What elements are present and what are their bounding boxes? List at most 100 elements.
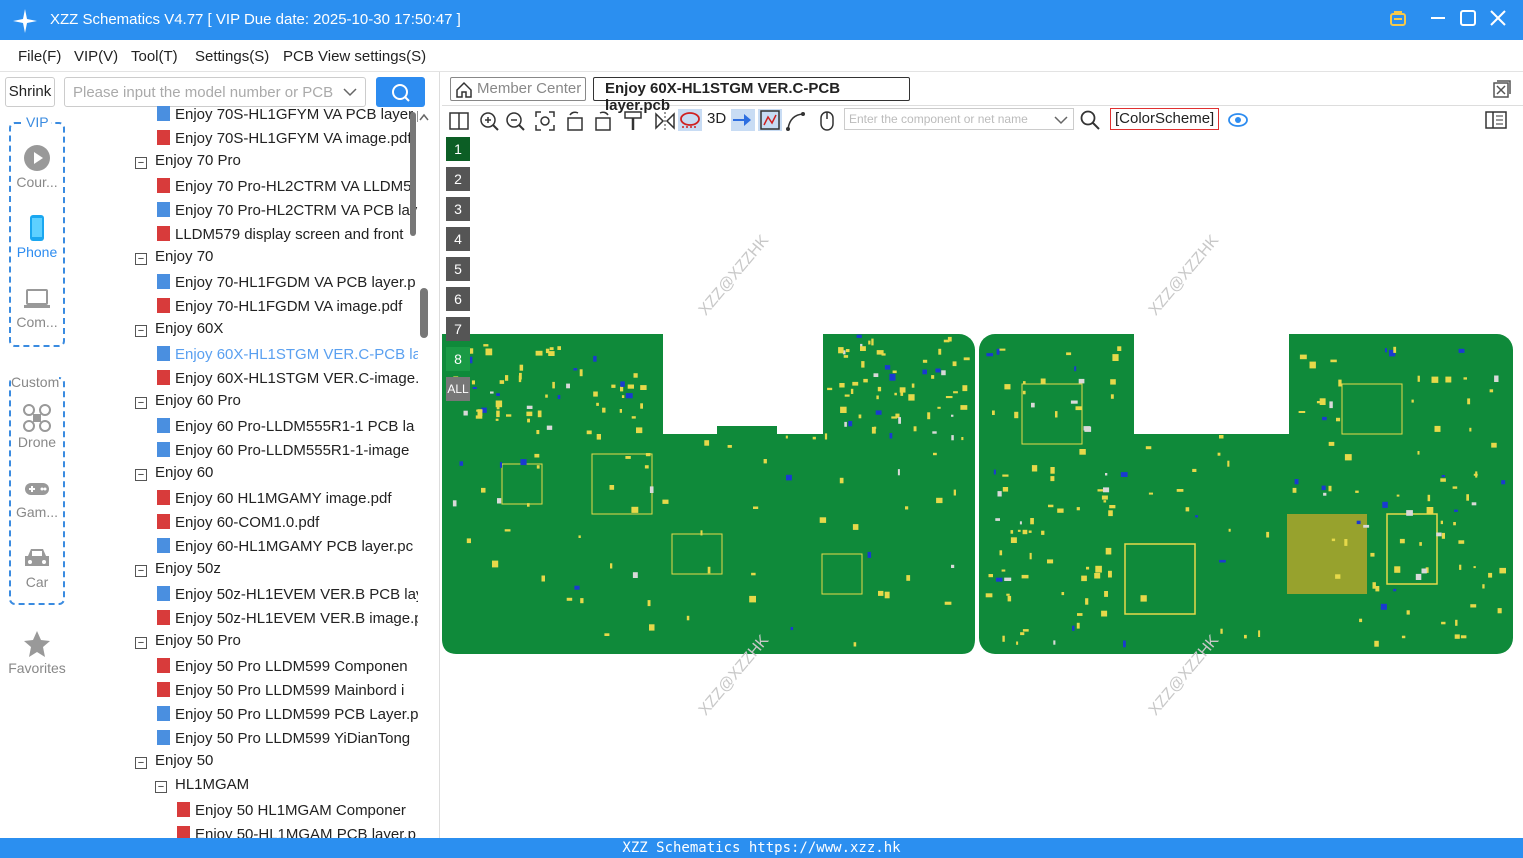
collapse-toggle-icon[interactable]: − xyxy=(135,253,147,265)
color-scheme-button[interactable]: [ColorScheme] xyxy=(1110,108,1220,130)
collapse-toggle-icon[interactable]: − xyxy=(135,469,147,481)
menu-vip[interactable]: VIP(V) xyxy=(74,48,118,65)
collapse-toggle-icon[interactable]: − xyxy=(155,781,167,793)
net-view-button-active[interactable] xyxy=(758,109,782,131)
category-phone[interactable]: Phone xyxy=(0,214,74,260)
tree-folder[interactable]: − Enjoy 70 Pro xyxy=(135,152,418,176)
tree-file[interactable]: Enjoy 50 Pro LLDM599 YiDianTong xyxy=(157,728,418,752)
shrink-button[interactable]: Shrink xyxy=(5,77,55,107)
collapse-toggle-icon[interactable]: − xyxy=(135,397,147,409)
component-search-input[interactable]: Enter the component or net name xyxy=(844,108,1074,130)
collapse-toggle-icon[interactable]: − xyxy=(135,325,147,337)
favorites-button[interactable]: Favorites xyxy=(0,630,74,676)
menu-settings[interactable]: Settings(S) xyxy=(195,48,269,65)
close-button[interactable] xyxy=(1487,9,1509,31)
tree-file[interactable]: Enjoy 60-COM1.0.pdf xyxy=(157,512,418,536)
rotate-right-icon[interactable] xyxy=(592,110,614,132)
mirror-icon[interactable] xyxy=(654,110,676,132)
chevron-down-icon[interactable] xyxy=(343,87,357,97)
tree-scrollbar[interactable] xyxy=(418,112,430,838)
category-games[interactable]: Gam... xyxy=(0,474,74,520)
minimize-button[interactable] xyxy=(1427,9,1449,31)
component-search-icon[interactable] xyxy=(1079,109,1101,131)
layer-button-all[interactable]: ALL xyxy=(446,377,470,401)
tree-file[interactable]: Enjoy 70-HL1FGDM VA image.pdf xyxy=(157,296,418,320)
pcb-canvas[interactable]: XZZ@XZZHK XZZ@XZZHK XZZ@XZZHK XZZ@XZZHK xyxy=(442,134,1523,838)
close-all-tabs-icon[interactable] xyxy=(1493,80,1511,98)
tree-file[interactable]: Enjoy 60 Pro-LLDM555R1-1 PCB la xyxy=(157,416,418,440)
tree-inner-scrollbar-thumb[interactable] xyxy=(410,112,416,236)
pcb-pad xyxy=(1050,476,1055,482)
mouse-icon[interactable] xyxy=(816,110,838,132)
tree-file[interactable]: Enjoy 70S-HL1GFYM VA image.pdf xyxy=(157,128,418,152)
layer-button-8[interactable]: 8 xyxy=(446,347,470,371)
brush-icon[interactable] xyxy=(622,110,644,132)
visibility-eye-icon[interactable] xyxy=(1227,109,1249,131)
tree-file[interactable]: Enjoy 50z-HL1EVEM VER.B image.p xyxy=(157,608,418,632)
collapse-toggle-icon[interactable]: − xyxy=(135,637,147,649)
flip-board-button-active[interactable] xyxy=(678,109,702,131)
tree-file[interactable]: Enjoy 70-HL1FGDM VA PCB layer.p xyxy=(157,272,418,296)
curve-tool-icon[interactable] xyxy=(785,110,807,132)
view-3d-button[interactable]: 3D xyxy=(707,110,726,127)
side-panel-icon[interactable] xyxy=(1485,109,1507,131)
tree-file[interactable]: LLDM579 display screen and front xyxy=(157,224,418,248)
layer-button-6[interactable]: 6 xyxy=(446,287,470,311)
watermark-1: XZZ@XZZHK xyxy=(696,232,773,319)
tree-file[interactable]: Enjoy 50 HL1MGAM Componer xyxy=(177,800,418,824)
tree-file[interactable]: Enjoy 70 Pro-HL2CTRM VA PCB lay xyxy=(157,200,418,224)
tree-folder[interactable]: − Enjoy 60 Pro xyxy=(135,392,418,416)
split-view-icon[interactable] xyxy=(448,110,470,132)
tree-folder[interactable]: − HL1MGAM xyxy=(155,776,418,800)
tab-member-center[interactable]: Member Center xyxy=(450,77,586,101)
pcb-board-drawing[interactable]: XZZ@XZZHK XZZ@XZZHK XZZ@XZZHK XZZ@XZZHK xyxy=(442,134,1523,838)
chevron-down-icon[interactable] xyxy=(1054,115,1068,125)
menu-tool[interactable]: Tool(T) xyxy=(131,48,178,65)
category-car[interactable]: Car xyxy=(0,544,74,590)
menu-pcb-view-settings[interactable]: PCB View settings(S) xyxy=(283,48,426,65)
tree-folder[interactable]: − Enjoy 60X xyxy=(135,320,418,344)
zoom-out-icon[interactable] xyxy=(504,110,526,132)
layer-button-3[interactable]: 3 xyxy=(446,197,470,221)
pcb-pad xyxy=(1004,384,1011,390)
layer-button-7[interactable]: 7 xyxy=(446,317,470,341)
zoom-in-icon[interactable] xyxy=(478,110,500,132)
tree-file[interactable]: Enjoy 70 Pro-HL2CTRM VA LLDM5 xyxy=(157,176,418,200)
category-courses[interactable]: Cour... xyxy=(0,144,74,190)
model-search-button[interactable] xyxy=(376,77,425,107)
tree-folder[interactable]: − Enjoy 50z xyxy=(135,560,418,584)
layer-button-4[interactable]: 4 xyxy=(446,227,470,251)
tree-file[interactable]: Enjoy 50 Pro LLDM599 Mainbord i xyxy=(157,680,418,704)
tree-file[interactable]: Enjoy 50 Pro LLDM599 PCB Layer.p xyxy=(157,704,418,728)
collapse-toggle-icon[interactable]: − xyxy=(135,757,147,769)
category-drone[interactable]: Drone xyxy=(0,404,74,450)
layer-button-1[interactable]: 1 xyxy=(446,137,470,161)
tree-file[interactable]: Enjoy 60X-HL1STGM VER.C-PCB lay xyxy=(157,344,418,368)
vip-bag-icon[interactable] xyxy=(1387,9,1409,31)
collapse-toggle-icon[interactable]: − xyxy=(135,565,147,577)
tree-file[interactable]: Enjoy 60 Pro-LLDM555R1-1-image xyxy=(157,440,418,464)
maximize-button[interactable] xyxy=(1457,9,1479,31)
tree-file[interactable]: Enjoy 60X-HL1STGM VER.C-image. xyxy=(157,368,418,392)
model-search-input[interactable]: Please input the model number or PCB xyxy=(64,77,366,107)
tree-file[interactable]: Enjoy 60-HL1MGAMY PCB layer.pc xyxy=(157,536,418,560)
pcb-pad xyxy=(1101,610,1108,617)
tree-file[interactable]: Enjoy 50z-HL1EVEM VER.B PCB lay xyxy=(157,584,418,608)
tree-folder[interactable]: − Enjoy 70 xyxy=(135,248,418,272)
rotate-left-icon[interactable] xyxy=(564,110,586,132)
fit-view-icon[interactable] xyxy=(534,110,556,132)
highlight-net-button-active[interactable] xyxy=(731,109,755,131)
collapse-toggle-icon[interactable]: − xyxy=(135,157,147,169)
tree-folder[interactable]: − Enjoy 60 xyxy=(135,464,418,488)
pcb-pad xyxy=(483,344,489,347)
layer-button-2[interactable]: 2 xyxy=(446,167,470,191)
category-computer[interactable]: Com... xyxy=(0,284,74,330)
tree-file[interactable]: Enjoy 70S-HL1GFYM VA PCB layer.p xyxy=(157,104,418,128)
tab-active-pcb-file[interactable]: Enjoy 60X-HL1STGM VER.C-PCB layer.pcb xyxy=(593,77,910,114)
tree-folder[interactable]: − Enjoy 50 Pro xyxy=(135,632,418,656)
tree-folder[interactable]: − Enjoy 50 xyxy=(135,752,418,776)
menu-file[interactable]: File(F) xyxy=(18,48,61,65)
layer-button-5[interactable]: 5 xyxy=(446,257,470,281)
tree-file[interactable]: Enjoy 60 HL1MGAMY image.pdf xyxy=(157,488,418,512)
tree-file[interactable]: Enjoy 50 Pro LLDM599 Componen xyxy=(157,656,418,680)
